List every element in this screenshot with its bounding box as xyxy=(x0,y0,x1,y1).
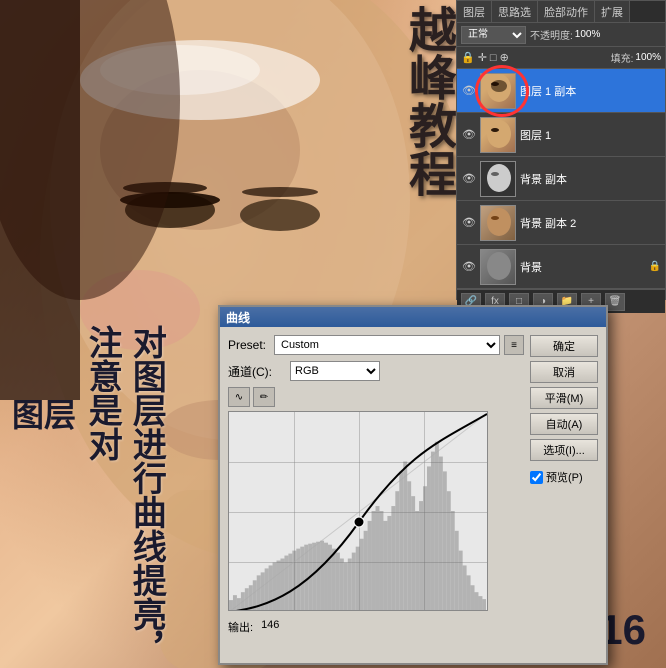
output-value: 146 xyxy=(261,619,279,631)
curves-dialog-body: Preset: Custom ≡ 通道(C): RGB ∿ ✏ xyxy=(220,327,606,663)
layer-name-4: 背景 xyxy=(520,259,649,275)
move-icon: ✛ xyxy=(478,51,487,64)
channel-select[interactable]: RGB xyxy=(290,361,380,381)
curves-dialog: 曲线 Preset: Custom ≡ 通道(C): RGB ∿ ✏ xyxy=(218,305,608,665)
channel-row: 通道(C): RGB xyxy=(228,361,524,381)
layer-eye-0[interactable]: 👁 xyxy=(461,83,477,99)
preview-checkbox[interactable] xyxy=(530,471,543,484)
output-label: 输出: xyxy=(228,619,253,635)
preset-select[interactable]: Custom xyxy=(274,335,500,355)
layer-item-1[interactable]: 👁 图层 1 xyxy=(457,113,665,157)
lock-icons: 🔒 ✛ □ ⊕ xyxy=(461,51,509,64)
opacity-row: 不透明度: 100% xyxy=(530,27,600,42)
layer-thumb-3 xyxy=(480,205,516,241)
layer-eye-1[interactable]: 👁 xyxy=(461,127,477,143)
preset-label: Preset: xyxy=(228,338,270,352)
fill-value: 100% xyxy=(635,52,661,63)
auto-button[interactable]: 自动(A) xyxy=(530,413,598,435)
tab-extra[interactable]: 扩展 xyxy=(595,1,630,22)
layer-thumb-4 xyxy=(480,249,516,285)
layer-locked-icon: 🔒 xyxy=(649,261,661,272)
curves-left-panel: Preset: Custom ≡ 通道(C): RGB ∿ ✏ xyxy=(228,335,524,655)
opacity-label: 不透明度: xyxy=(530,27,573,42)
layer-item-2[interactable]: 👁 背景 副本 xyxy=(457,157,665,201)
blend-mode-select[interactable]: 正常 xyxy=(461,26,526,44)
layer-name-2: 背景 副本 xyxy=(520,171,661,187)
layer-name-0: 图层 1 副本 xyxy=(520,83,661,99)
layer-eye-4[interactable]: 👁 xyxy=(461,259,477,275)
fill-icon-dot: ⊕ xyxy=(500,51,509,64)
chinese-overlay-text: 对图层进行曲线提亮，注意是对 xyxy=(80,325,168,668)
curve-edit-tool[interactable]: ∿ xyxy=(228,387,250,407)
opacity-value: 100% xyxy=(575,29,601,40)
preset-row: Preset: Custom ≡ xyxy=(228,335,524,355)
tab-paths[interactable]: 思路选 xyxy=(492,1,538,22)
curves-right-buttons: 确定 取消 平滑(M) 自动(A) 选项(I)... 预览(P) xyxy=(530,335,598,655)
channel-label: 通道(C): xyxy=(228,363,286,380)
curves-title: 曲线 xyxy=(226,309,250,326)
tab-channels[interactable]: 脸部动作 xyxy=(538,1,595,22)
ok-button[interactable]: 确定 xyxy=(530,335,598,357)
thumb-svg-0 xyxy=(481,74,516,109)
blend-mode-row: 正常 不透明度: 100% xyxy=(457,23,665,47)
curve-line-svg xyxy=(229,412,488,611)
layers-tabs: 图层 思路选 脸部动作 扩展 xyxy=(457,1,665,23)
layer-eye-3[interactable]: 👁 xyxy=(461,215,477,231)
curve-pencil-tool[interactable]: ✏ xyxy=(253,387,275,407)
title-text: 越峰教程 xyxy=(403,5,451,197)
layers-panel: 图层 思路选 脸部动作 扩展 正常 不透明度: 100% 🔒 ✛ □ ⊕ 填充:… xyxy=(456,0,666,300)
curves-title-bar: 曲线 xyxy=(220,307,606,327)
layer-item-3[interactable]: 👁 背景 副本 2 xyxy=(457,201,665,245)
tab-layers[interactable]: 图层 xyxy=(457,1,492,22)
layer-thumb-0 xyxy=(480,73,516,109)
fill-row: 🔒 ✛ □ ⊕ 填充: 100% xyxy=(457,47,665,69)
lock-icon: 🔒 xyxy=(461,51,475,64)
fill-label: 填充: xyxy=(611,50,634,65)
layer-item-4[interactable]: 👁 背景 🔒 xyxy=(457,245,665,289)
thumb-svg-1 xyxy=(481,118,516,153)
layer-name-3: 背景 副本 2 xyxy=(520,215,661,231)
layer-thumb-2 xyxy=(480,161,516,197)
options-button[interactable]: 选项(I)... xyxy=(530,439,598,461)
layer-label-text: 图层 xyxy=(12,390,76,436)
preview-checkbox-row: 预览(P) xyxy=(530,469,598,485)
layer-eye-2[interactable]: 👁 xyxy=(461,171,477,187)
cancel-button[interactable]: 取消 xyxy=(530,361,598,383)
curve-tools: ∿ ✏ xyxy=(228,387,524,407)
paint-icon: □ xyxy=(490,52,497,64)
thumb-svg-4 xyxy=(481,250,516,285)
thumb-svg-3 xyxy=(481,206,516,241)
layer-item-0[interactable]: 👁 图层 1 副本 xyxy=(457,69,665,113)
thumb-svg-2 xyxy=(481,162,516,197)
preset-settings-button[interactable]: ≡ xyxy=(504,335,524,355)
curves-graph[interactable] xyxy=(228,411,488,611)
output-row: 输出: 146 xyxy=(228,615,524,635)
delete-layer-button[interactable]: 🗑 xyxy=(605,293,625,311)
layer-name-1: 图层 1 xyxy=(520,127,661,143)
layer-thumb-1 xyxy=(480,117,516,153)
preview-label: 预览(P) xyxy=(546,469,583,485)
smooth-button[interactable]: 平滑(M) xyxy=(530,387,598,409)
